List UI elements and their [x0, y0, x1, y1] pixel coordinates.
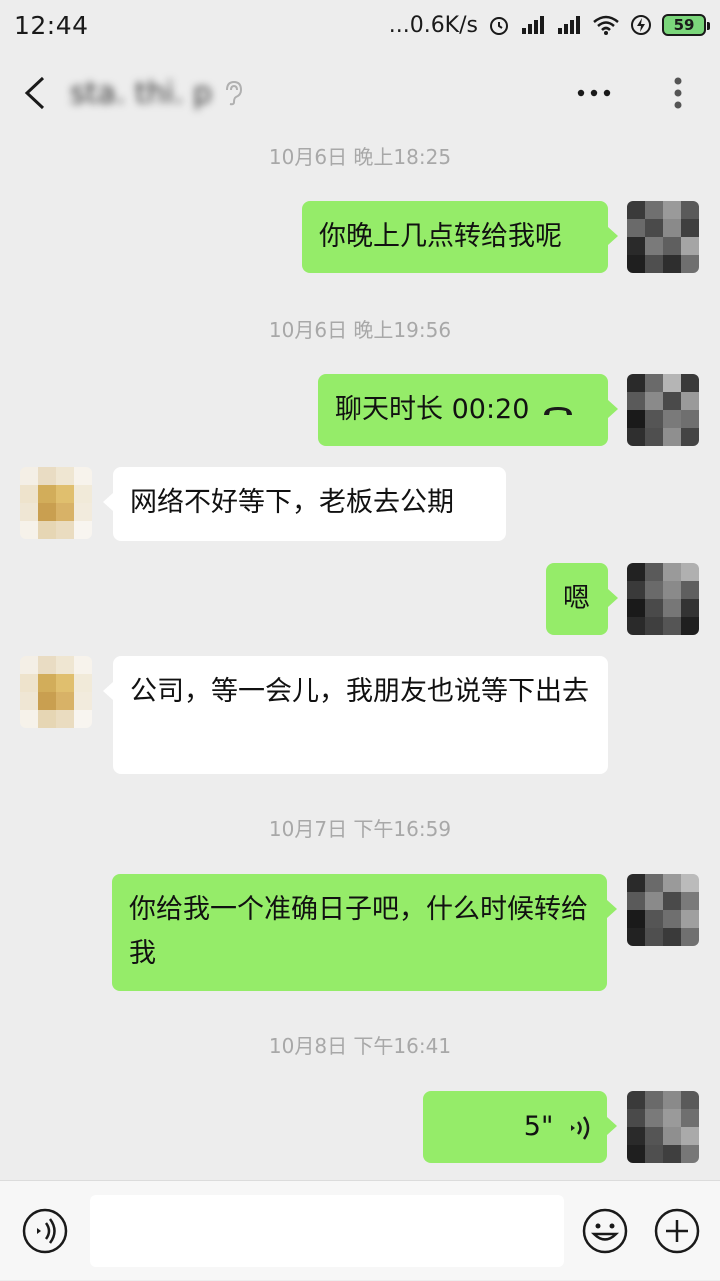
emoji-button[interactable]: [570, 1181, 640, 1281]
message-timestamp: 10月8日 下午16:41: [268, 1034, 452, 1058]
my-message-bubble[interactable]: 你给我一个准确日子吧，什么时候转给我: [112, 874, 617, 991]
message-timestamp: 10月6日 晚上18:25: [268, 145, 452, 169]
contact-message-bubble[interactable]: 网络不好等下，老板去公期: [103, 467, 506, 541]
more-options-button[interactable]: [552, 50, 636, 136]
network-speed: ...0.6K/s: [388, 12, 478, 38]
vertical-menu-icon: [674, 77, 682, 109]
my-avatar[interactable]: [627, 874, 699, 946]
back-button[interactable]: [0, 50, 70, 136]
charging-icon: [631, 15, 651, 35]
more-dots-icon: [577, 89, 611, 97]
more-functions-button[interactable]: [642, 1181, 712, 1281]
wifi-icon: [593, 15, 619, 35]
contact-avatar[interactable]: [20, 656, 92, 728]
my-avatar[interactable]: [627, 1091, 699, 1163]
chat-header: sta. thi. p: [0, 50, 720, 136]
voice-input-button[interactable]: [0, 1181, 90, 1281]
signal-icon-2: [558, 16, 580, 34]
voice-duration: 5": [523, 1111, 554, 1142]
message-text-input[interactable]: [90, 1194, 564, 1267]
ear-icon: [226, 80, 243, 106]
my-message-bubble[interactable]: 嗯: [546, 563, 618, 635]
message-input-bar: [0, 1180, 720, 1280]
status-bar: 12:44 ...0.6K/s 59: [0, 0, 720, 50]
back-arrow-icon: [24, 76, 45, 110]
alarm-icon: [490, 17, 508, 35]
status-icons: ...0.6K/s 59: [388, 12, 710, 38]
voice-wave-icon: [571, 1115, 590, 1140]
emoji-icon: [582, 1208, 628, 1253]
contact-name: sta. thi. p: [70, 75, 213, 111]
header-actions: [552, 50, 720, 136]
voice-input-icon: [22, 1208, 68, 1253]
contact-avatar[interactable]: [20, 467, 92, 539]
status-time: 12:44: [14, 10, 89, 40]
call-duration-text: 聊天时长 00:20: [335, 394, 530, 425]
my-avatar[interactable]: [627, 201, 699, 273]
call-duration-bubble[interactable]: 聊天时长 00:20: [318, 374, 618, 446]
my-avatar[interactable]: [627, 563, 699, 635]
plus-icon: [654, 1208, 700, 1253]
voice-message-bubble[interactable]: 5": [423, 1091, 617, 1163]
signal-icon: [522, 16, 544, 34]
my-message-bubble[interactable]: 你晚上几点转给我呢: [302, 201, 618, 273]
chat-message-list[interactable]: 10月6日 晚上18:25 你晚上几点转给我呢 10月6日 晚上19:56 聊天…: [0, 136, 720, 1180]
phone-hangup-icon: [544, 406, 573, 415]
battery-indicator: 59: [662, 14, 710, 36]
my-avatar[interactable]: [627, 374, 699, 446]
menu-button[interactable]: [636, 50, 720, 136]
message-timestamp: 10月6日 晚上19:56: [268, 318, 452, 342]
message-timestamp: 10月7日 下午16:59: [268, 817, 452, 841]
contact-message-bubble[interactable]: 公司，等一会儿，我朋友也说等下出去: [103, 656, 608, 774]
